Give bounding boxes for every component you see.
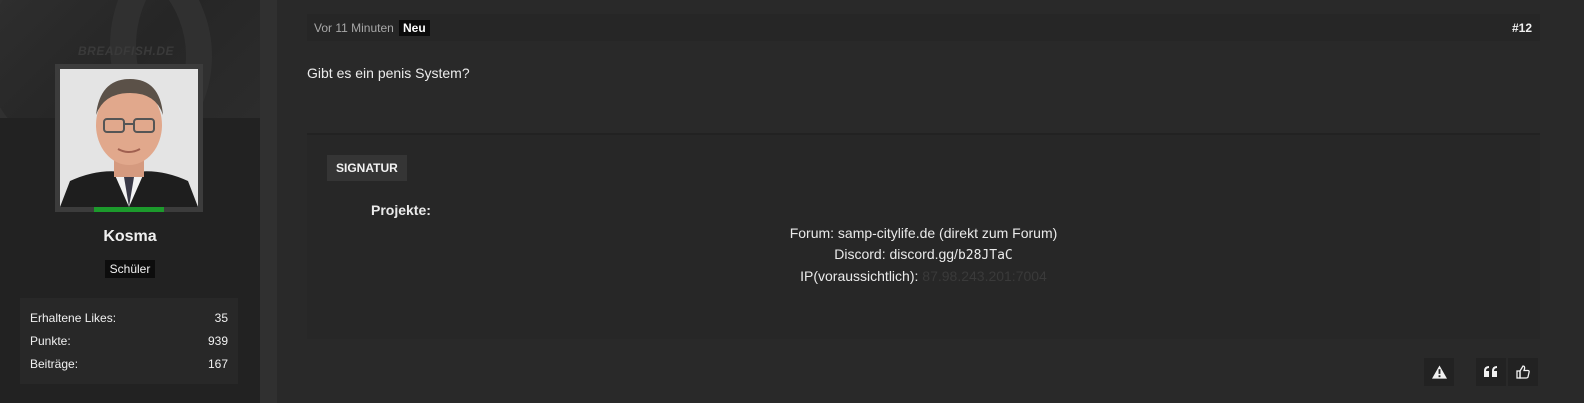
signature-forum-link[interactable]: Forum: samp-citylife.de (direkt zum Foru… (307, 223, 1540, 244)
stat-label: Beiträge: (30, 357, 79, 371)
stat-value: 35 (214, 311, 228, 325)
ip-label: IP(voraussichtlich): (800, 268, 919, 284)
quote-button[interactable] (1476, 358, 1506, 386)
online-status-bar (94, 207, 164, 212)
banner-logo: BREADFISH.DE (78, 44, 175, 58)
post-timestamp[interactable]: Vor 11 Minuten (314, 21, 394, 35)
signature-section: SIGNATUR Projekte: Forum: samp-citylife.… (307, 133, 1540, 339)
stat-row-points[interactable]: Punkte: 939 (30, 334, 228, 348)
avatar[interactable] (60, 69, 198, 207)
signature-ip-line: IP(voraussichtlich): 87.98.243.201:7004 (307, 266, 1540, 287)
avatar-frame[interactable] (55, 64, 203, 212)
stat-value: 167 (207, 357, 228, 371)
stat-label: Punkte: (30, 334, 71, 348)
thumbs-up-icon (1516, 365, 1530, 379)
stat-value: 939 (207, 334, 228, 348)
user-sidebar: BREADFISH.DE Kosma Schüler Erhaltene Lik… (0, 0, 260, 403)
signature-discord-line[interactable]: Discord: discord.gg/b28JTaC (307, 244, 1540, 266)
user-stats: Erhaltene Likes: 35 Punkte: 939 Beiträge… (20, 298, 238, 384)
signature-label: SIGNATUR (327, 155, 407, 181)
discord-code: b28JTaC (957, 248, 1013, 263)
signature-lines: Forum: samp-citylife.de (direkt zum Foru… (307, 223, 1540, 287)
like-button[interactable] (1508, 358, 1538, 386)
post-header: Vor 11 Minuten Neu #12 (307, 14, 1540, 41)
stat-row-likes[interactable]: Erhaltene Likes: 35 (30, 311, 228, 325)
post-number-link[interactable]: #12 (1512, 21, 1532, 35)
user-rank-badge: Schüler (104, 260, 156, 278)
report-button[interactable] (1424, 358, 1454, 386)
stat-label: Erhaltene Likes: (30, 311, 117, 325)
username[interactable]: Kosma (0, 228, 260, 246)
signature-projects-heading: Projekte: (371, 202, 431, 218)
report-icon (1431, 365, 1447, 379)
new-badge: Neu (399, 20, 430, 36)
stat-row-posts[interactable]: Beiträge: 167 (30, 357, 228, 371)
quote-icon (1484, 366, 1497, 377)
ip-value: 87.98.243.201:7004 (922, 268, 1047, 284)
post-content: Gibt es ein penis System? (307, 65, 470, 81)
sidebar-gutter (260, 0, 277, 403)
discord-label: Discord: discord.gg/ (834, 246, 958, 262)
